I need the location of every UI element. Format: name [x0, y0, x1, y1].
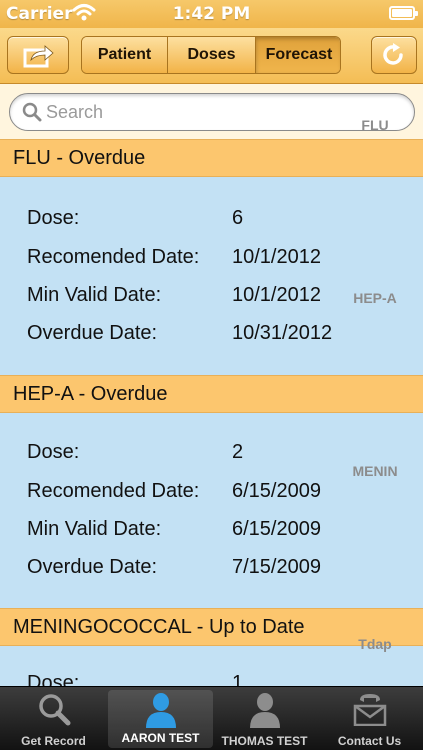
index-item-tdap[interactable]: Tdap: [330, 636, 420, 652]
share-button[interactable]: [7, 36, 69, 74]
refresh-button[interactable]: [371, 36, 417, 74]
section-body-meningococcal: Dose: 1: [0, 646, 423, 686]
search-input[interactable]: [46, 100, 366, 124]
person-icon: [145, 693, 176, 728]
search-icon: [22, 102, 42, 122]
row-label: Recomended Date:: [27, 246, 200, 268]
row-label: Min Valid Date:: [27, 518, 162, 540]
segment-forecast[interactable]: Forecast: [256, 37, 340, 73]
section-header-hep-a: HEP-A - Overdue: [0, 375, 423, 413]
row-min-valid-date: Min Valid Date: 6/15/2009: [27, 518, 321, 541]
tab-label: AARON TEST: [121, 731, 200, 745]
row-value: 7/15/2009: [232, 556, 321, 578]
tab-label: Get Record: [21, 734, 86, 748]
section-header-flu: FLU - Overdue: [0, 139, 423, 177]
tab-label: THOMAS TEST: [221, 734, 308, 748]
person-icon: [249, 693, 280, 728]
navigation-bar: Patient Doses Forecast: [0, 28, 423, 84]
row-value: 6/15/2009: [232, 518, 321, 540]
row-label: Recomended Date:: [27, 480, 200, 502]
share-icon: [23, 45, 54, 68]
index-item-menin[interactable]: MENIN: [330, 463, 420, 479]
row-value: 10/1/2012: [232, 284, 321, 306]
row-overdue-date: Overdue Date: 10/31/2012: [27, 322, 332, 345]
tab-get-record[interactable]: Get Record: [1, 687, 106, 750]
row-label: Overdue Date:: [27, 556, 158, 578]
tab-thomas-test[interactable]: THOMAS TEST: [212, 687, 317, 750]
row-label: Dose:: [27, 207, 80, 229]
row-recommended-date: Recomended Date: 10/1/2012: [27, 246, 321, 269]
phone-envelope-icon: [353, 694, 386, 726]
index-item-hep-a[interactable]: HEP-A: [330, 290, 420, 306]
tab-bar: Get Record AARON TEST THOMAS TEST Contac…: [0, 686, 423, 750]
clock: 1:42 PM: [172, 4, 251, 24]
segment-doses[interactable]: Doses: [168, 37, 256, 73]
magnifier-icon: [38, 694, 70, 726]
row-dose: Dose: 1: [27, 672, 243, 686]
segment-patient[interactable]: Patient: [82, 37, 168, 73]
row-value: 6/15/2009: [232, 480, 321, 502]
row-value: 2: [232, 441, 244, 463]
tab-label: Contact Us: [337, 734, 402, 748]
battery-icon: [389, 6, 418, 20]
row-label: Overdue Date:: [27, 322, 158, 344]
status-bar: Carrier 1:42 PM: [0, 0, 423, 28]
tab-aaron-test[interactable]: AARON TEST: [108, 690, 213, 748]
section-body-flu: Dose: 6 Recomended Date: 10/1/2012 Min Val…: [0, 177, 423, 376]
tab-contact-us[interactable]: Contact Us: [317, 687, 422, 750]
row-recommended-date: Recomended Date: 6/15/2009: [27, 480, 321, 503]
row-value: 6: [232, 207, 244, 229]
row-value: 10/1/2012: [232, 246, 321, 268]
row-dose: Dose: 2: [27, 441, 243, 464]
row-label: Min Valid Date:: [27, 284, 162, 306]
row-label: Dose:: [27, 441, 80, 463]
row-value: 1: [232, 672, 244, 686]
refresh-icon: [383, 43, 403, 65]
segmented-control: Patient Doses Forecast: [81, 36, 341, 74]
row-min-valid-date: Min Valid Date: 10/1/2012: [27, 284, 321, 307]
section-body-hep-a: Dose: 2 Recomended Date: 6/15/2009 Min Val…: [0, 413, 423, 609]
row-dose: Dose: 6: [27, 207, 243, 230]
index-item-flu[interactable]: FLU: [330, 117, 420, 133]
row-value: 10/31/2012: [232, 322, 333, 344]
row-overdue-date: Overdue Date: 7/15/2009: [27, 556, 321, 579]
row-label: Dose:: [27, 672, 80, 686]
